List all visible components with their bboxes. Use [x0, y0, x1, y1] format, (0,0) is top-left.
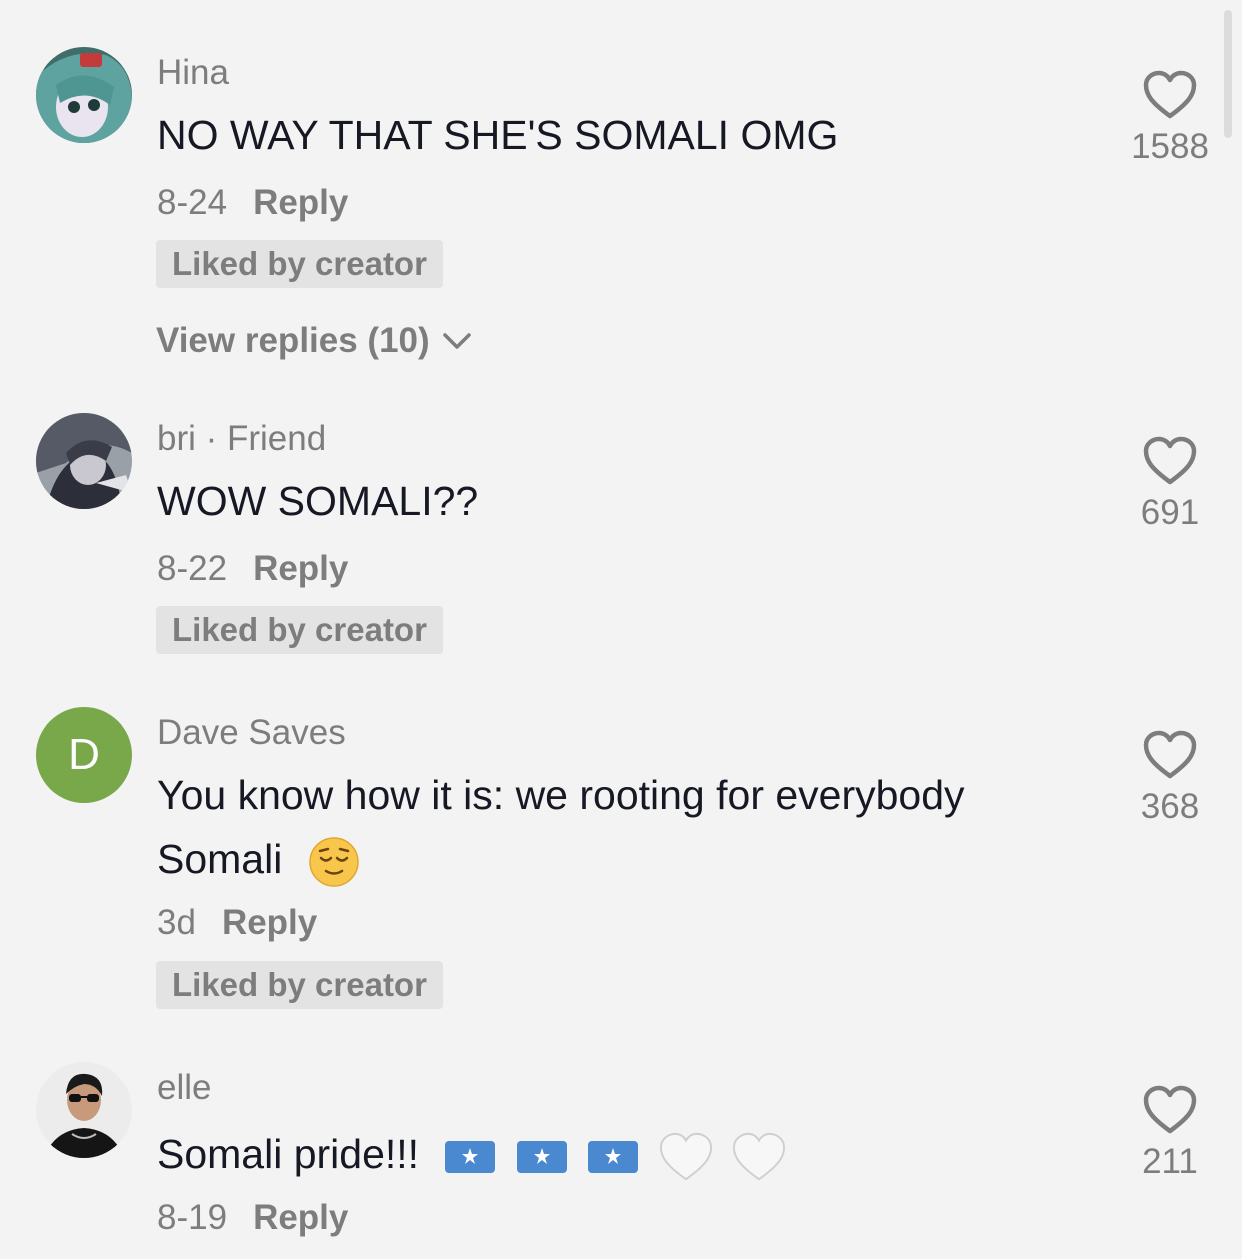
like-button[interactable]: 691 [1126, 435, 1214, 533]
comment-meta: 3d Reply [157, 903, 317, 943]
heart-outline-icon [1143, 730, 1197, 779]
liked-by-creator-badge: Liked by creator [156, 240, 443, 288]
avatar[interactable] [36, 413, 132, 509]
somalia-flag-emoji [588, 1141, 639, 1174]
comment-meta: 8-19 Reply [157, 1198, 348, 1238]
comment-text-line-1: You know how it is: we rooting for every… [157, 772, 965, 818]
comment-meta: 8-24 Reply [157, 183, 348, 223]
like-count: 1588 [1131, 127, 1209, 166]
comment-date: 3d [157, 903, 196, 942]
avatar-letter: D [68, 730, 100, 779]
like-button[interactable]: 1588 [1126, 69, 1214, 167]
comment-text: NO WAY THAT SHE'S SOMALI OMG [157, 112, 839, 158]
like-count: 211 [1142, 1142, 1198, 1181]
white-heart-emoji [659, 1133, 712, 1181]
liked-by-creator-badge: Liked by creator [156, 961, 443, 1009]
username[interactable]: Hina [157, 53, 229, 93]
comment-text: Somali [157, 836, 283, 882]
like-count: 691 [1140, 493, 1200, 532]
reply-button[interactable]: Reply [253, 1198, 348, 1237]
comment-text-line-2: Somali [157, 827, 360, 891]
view-replies-label: View replies (10) [156, 321, 430, 360]
reply-button[interactable]: Reply [253, 183, 348, 222]
comment-text: WOW SOMALI?? [157, 478, 479, 524]
like-button[interactable]: 368 [1126, 729, 1214, 827]
username[interactable]: Dave Saves [157, 713, 346, 753]
reply-button[interactable]: Reply [222, 903, 317, 942]
comment-text-line: Somali pride!!! [157, 1122, 786, 1186]
username[interactable]: bri · Friend [157, 419, 326, 459]
like-count: 368 [1140, 787, 1200, 826]
comment-date: 8-24 [157, 183, 228, 222]
heart-outline-icon [1143, 1085, 1197, 1134]
avatar[interactable] [36, 1062, 132, 1158]
somalia-flag-emoji [445, 1141, 496, 1174]
comment-meta: 8-22 Reply [157, 549, 348, 589]
comment-date: 8-22 [157, 549, 228, 588]
somalia-flag-emoji [516, 1141, 567, 1174]
view-replies-button[interactable]: View replies (10) [156, 321, 472, 361]
chevron-down-icon [442, 333, 471, 349]
liked-by-creator-badge: Liked by creator [156, 606, 443, 654]
comment-date: 8-19 [157, 1198, 228, 1237]
comment-text: Somali pride!!! [157, 1131, 420, 1177]
relieved-face-emoji [308, 837, 359, 887]
heart-outline-icon [1143, 436, 1197, 485]
avatar[interactable] [36, 47, 132, 143]
heart-outline-icon [1143, 70, 1197, 119]
like-button[interactable]: 211 [1126, 1084, 1214, 1182]
username[interactable]: elle [157, 1068, 211, 1108]
reply-button[interactable]: Reply [253, 549, 348, 588]
scrollbar[interactable] [1224, 10, 1232, 138]
avatar[interactable]: D [36, 707, 132, 803]
white-heart-emoji [733, 1133, 786, 1181]
